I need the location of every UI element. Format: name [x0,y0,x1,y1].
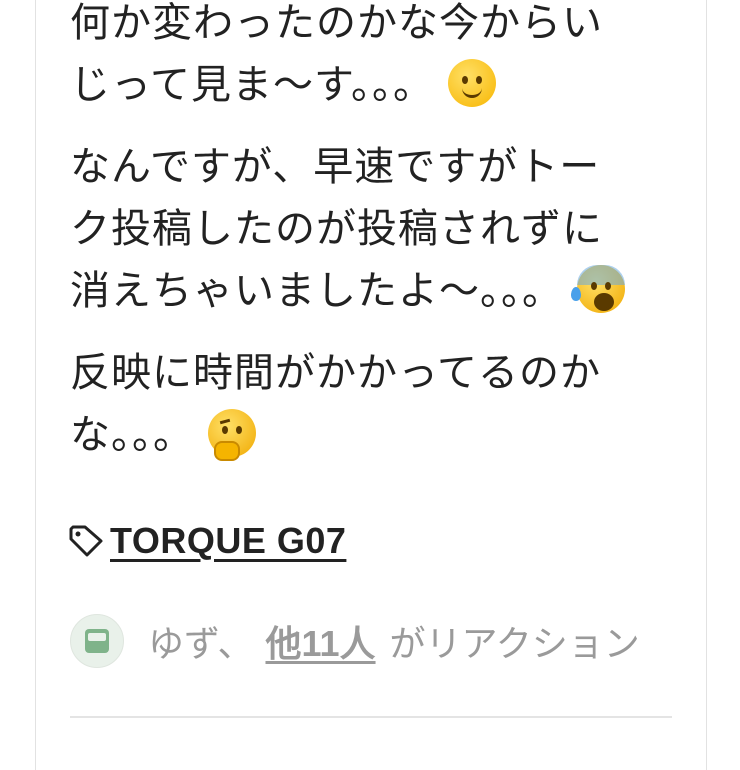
tag-link[interactable]: TORQUE G07 [110,520,346,562]
post-line: 消えちゃいましたよ〜。。。 [70,268,563,314]
reactions-row: ゆず、 他11人 がリアクション [70,614,640,668]
anxious-sweat-face-emoji-icon [571,265,625,313]
smiling-face-emoji-icon [448,59,496,107]
post-line: ク投稿したのが投稿されずに [70,206,603,252]
user-avatar[interactable] [70,614,124,668]
post-line: 反映に時間がかかってるのか [70,350,601,396]
reaction-suffix: がリアクション [389,624,640,665]
post-line: な。。。 [70,412,194,458]
reaction-user-name: ゆず、 [148,624,254,665]
tag-icon [69,525,103,557]
post-body: 何か変わったのかな今からい じって見ま〜す。。。 なんですが、早速ですがトー ク… [70,0,690,486]
thinking-face-emoji-icon [208,409,256,461]
post-line: じって見ま〜す。。。 [70,62,434,108]
reaction-others-link[interactable]: 他11人 [265,615,375,667]
post-line: なんですが、早速ですがトー [70,144,601,190]
post-line: 何か変わったのかな今からい [70,0,603,46]
post-paragraph-1: 何か変わったのかな今からい じって見ま〜す。。。 [70,0,690,116]
divider [70,716,672,718]
post-paragraph-3: 反映に時間がかかってるのか な。。。 [70,342,690,466]
post-tag[interactable]: TORQUE G07 [68,520,346,562]
post-paragraph-2: なんですが、早速ですがトー ク投稿したのが投稿されずに 消えちゃいましたよ〜。。… [70,136,690,322]
